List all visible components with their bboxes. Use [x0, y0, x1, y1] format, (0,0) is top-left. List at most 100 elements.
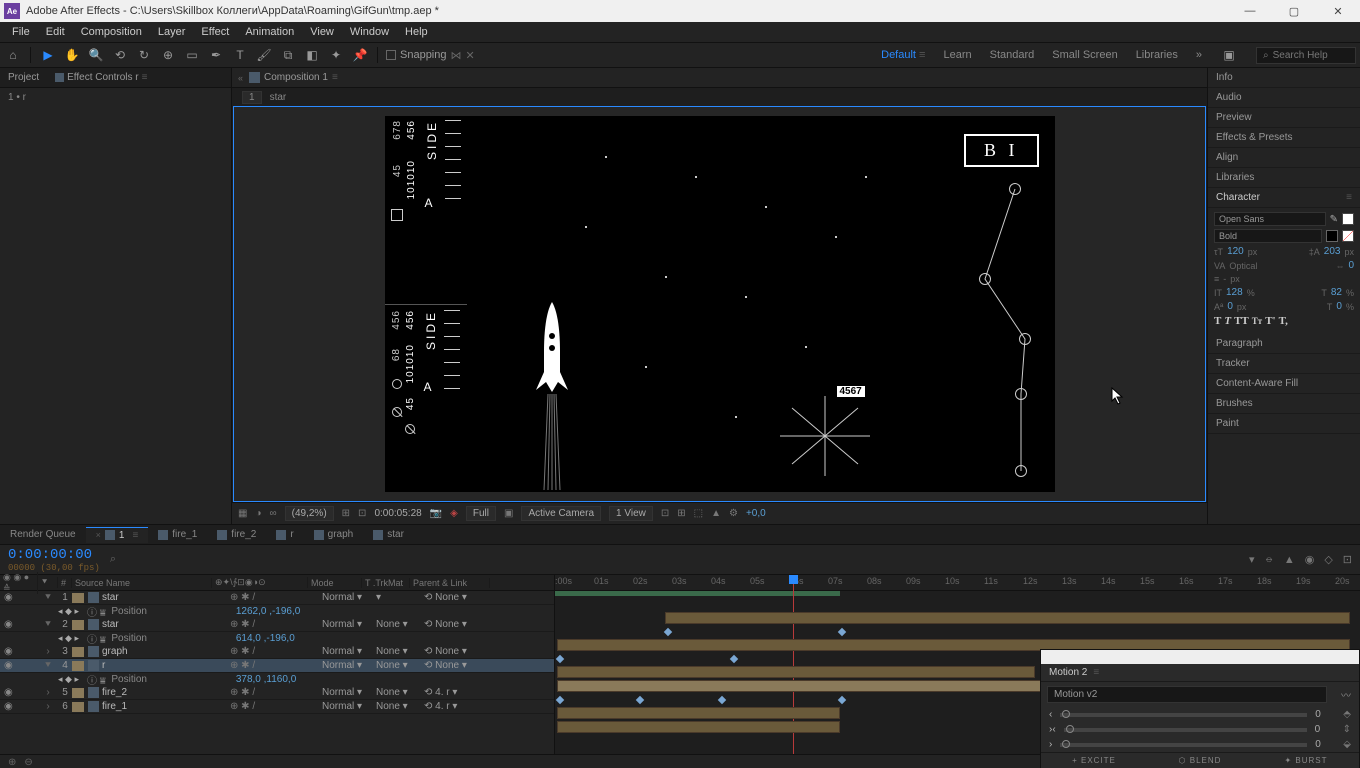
fill-swatch[interactable] [1342, 213, 1354, 225]
excite-button[interactable]: + EXCITE [1041, 752, 1147, 768]
viewport[interactable]: 678 45 456 101010 SIDE A [233, 106, 1206, 502]
comp1-tab[interactable]: ×1≡ [86, 527, 149, 543]
tl-icon[interactable]: ◉ [1305, 553, 1315, 566]
blend-button[interactable]: ⬡ BLEND [1147, 752, 1253, 768]
font-size[interactable]: 120 [1227, 246, 1244, 257]
workspace-standard[interactable]: Standard [990, 49, 1035, 61]
paint-panel-head[interactable]: Paint [1208, 414, 1360, 434]
tracker-panel-head[interactable]: Tracker [1208, 354, 1360, 374]
hand-tool-icon[interactable]: ✋ [63, 46, 81, 64]
menu-animation[interactable]: Animation [237, 24, 302, 40]
content-aware-head[interactable]: Content-Aware Fill [1208, 374, 1360, 394]
tl-icon[interactable]: ▲ [1284, 554, 1295, 566]
layer-row[interactable]: ◉ ⯆2star⊕ ✱ /Normal ▾None ▾⟲ None ▾ [0, 618, 554, 632]
align-panel-head[interactable]: Align [1208, 148, 1360, 168]
snapshot-icon[interactable]: 📷 [430, 508, 442, 519]
text-style-buttons[interactable]: TTTTTᴛT'T, [1214, 315, 1354, 327]
res-select[interactable]: Full [466, 506, 496, 521]
region-icon[interactable]: ◈ [450, 508, 458, 519]
search-help-input[interactable]: ⌕ Search Help [1256, 47, 1356, 64]
tl-icon[interactable]: ⊡ [1343, 553, 1352, 566]
preview-panel-head[interactable]: Preview [1208, 108, 1360, 128]
back-arrow-icon[interactable]: « [238, 73, 243, 83]
current-time[interactable]: 0:00:00:00 [8, 547, 100, 563]
res-icon[interactable]: ⊞ [342, 508, 350, 519]
comp-tab[interactable]: Composition 1 ≡ [249, 72, 338, 83]
status-toggle-icon[interactable]: ⊕ [8, 757, 16, 768]
property-row[interactable]: ◂ ◆ ▸ⓘ ⩸ Position1262,0 ,-196,0 [0, 605, 554, 618]
search-layer-icon[interactable]: ⌕ [110, 553, 116, 566]
star-tab[interactable]: star [363, 527, 414, 542]
project-tab[interactable]: Project [0, 70, 47, 85]
puppet-tool-icon[interactable]: 📌 [351, 46, 369, 64]
stroke-swatch[interactable] [1326, 230, 1338, 242]
r-tab[interactable]: r [266, 527, 303, 542]
view-select[interactable]: 1 View [609, 506, 653, 521]
alpha-icon[interactable]: ▦ [238, 508, 247, 519]
workspace-learn[interactable]: Learn [943, 49, 971, 61]
type-tool-icon[interactable]: T [231, 46, 249, 64]
menu-help[interactable]: Help [397, 24, 436, 40]
footer-tc[interactable]: 0:00:05:28 [374, 508, 421, 519]
layer-row[interactable]: ◉ ›5fire_2⊕ ✱ /Normal ▾None ▾⟲ 4. r ▾ [0, 686, 554, 700]
tl-icon[interactable]: ◇ [1324, 553, 1332, 566]
zoom-select[interactable]: (49,2%) [285, 506, 334, 521]
anchor-tool-icon[interactable]: ⊕ [159, 46, 177, 64]
mask-icon[interactable]: ∞ [270, 508, 277, 519]
audio-panel-head[interactable]: Audio [1208, 88, 1360, 108]
timeline-track-area[interactable]: :00s01s02s03s04s05s06s07s08s09s10s11s12s… [555, 575, 1360, 754]
baseline[interactable]: 0 [1227, 301, 1233, 312]
character-panel-head[interactable]: Character≡ [1208, 188, 1360, 208]
eyedropper-icon[interactable]: ✎ [1330, 214, 1338, 225]
layer-row[interactable]: ◉ ⯆1star⊕ ✱ /Normal ▾ ▾⟲ None ▾ [0, 591, 554, 605]
stamp-tool-icon[interactable]: ⧉ [279, 46, 297, 64]
burst-button[interactable]: ✦ BURST [1253, 752, 1359, 768]
tracking[interactable]: 0 [1348, 260, 1354, 271]
status-toggle-icon[interactable]: ⊖ [24, 757, 32, 768]
shape-tool-icon[interactable]: ▭ [183, 46, 201, 64]
font-select[interactable]: Open Sans [1214, 212, 1326, 226]
close-button[interactable]: ✕ [1316, 0, 1360, 22]
comp-nav-name[interactable]: star [270, 92, 287, 103]
tl-icon[interactable]: ▾ [1249, 553, 1255, 566]
nofill-swatch[interactable] [1342, 230, 1354, 242]
eraser-tool-icon[interactable]: ◧ [303, 46, 321, 64]
effects-presets-head[interactable]: Effects & Presets [1208, 128, 1360, 148]
selection-tool-icon[interactable]: ▶ [39, 46, 57, 64]
paragraph-panel-head[interactable]: Paragraph [1208, 334, 1360, 354]
libraries-panel-head[interactable]: Libraries [1208, 168, 1360, 188]
menu-view[interactable]: View [302, 24, 342, 40]
workspace-libraries[interactable]: Libraries [1136, 49, 1178, 61]
cam-icon[interactable]: ▣ [504, 508, 513, 519]
brushes-panel-head[interactable]: Brushes [1208, 394, 1360, 414]
minimize-button[interactable]: — [1228, 0, 1272, 22]
property-row[interactable]: ◂ ◆ ▸ⓘ ⩸ Position614,0 ,-196,0 [0, 632, 554, 645]
motion-graph-icon[interactable]: 〰 [1341, 687, 1351, 702]
brush-tool-icon[interactable]: 🖌 [255, 46, 273, 64]
menu-window[interactable]: Window [342, 24, 397, 40]
time-ruler[interactable]: :00s01s02s03s04s05s06s07s08s09s10s11s12s… [555, 575, 1360, 591]
motion2-panel[interactable]: Motion 2≡ Motion v2 〰 ‹0⬘ ›‹0⇕ ›0⬙ + EXC… [1040, 649, 1360, 768]
menu-layer[interactable]: Layer [150, 24, 194, 40]
menu-edit[interactable]: Edit [38, 24, 73, 40]
channel-icon[interactable]: ◑ [255, 508, 261, 519]
hscale[interactable]: 82 [1331, 287, 1342, 298]
graph-tab[interactable]: graph [304, 527, 364, 542]
exposure[interactable]: +0,0 [746, 508, 766, 519]
motion-version[interactable]: Motion v2 [1047, 686, 1327, 703]
cam-select[interactable]: Active Camera [521, 506, 601, 521]
menu-effect[interactable]: Effect [193, 24, 237, 40]
comp-nav-num[interactable]: 1 [242, 91, 262, 104]
pen-tool-icon[interactable]: ✒ [207, 46, 225, 64]
style-select[interactable]: Bold [1214, 229, 1322, 243]
layer-row[interactable]: ◉ ›6fire_1⊕ ✱ /Normal ▾None ▾⟲ 4. r ▾ [0, 700, 554, 714]
menu-composition[interactable]: Composition [73, 24, 150, 40]
workspace-default[interactable]: Default ≡ [881, 49, 925, 61]
kerning-sel[interactable]: Optical [1229, 261, 1257, 271]
panel-toggle-icon[interactable]: ▣ [1220, 46, 1238, 64]
layer-row[interactable]: ◉ ⯆4r⊕ ✱ /Normal ▾None ▾⟲ None ▾ [0, 659, 554, 673]
fire2-tab[interactable]: fire_2 [207, 527, 266, 542]
property-row[interactable]: ◂ ◆ ▸ⓘ ⩸ Position378,0 ,1160,0 [0, 673, 554, 686]
render-queue-tab[interactable]: Render Queue [0, 527, 86, 542]
orbit-tool-icon[interactable]: ⟲ [111, 46, 129, 64]
